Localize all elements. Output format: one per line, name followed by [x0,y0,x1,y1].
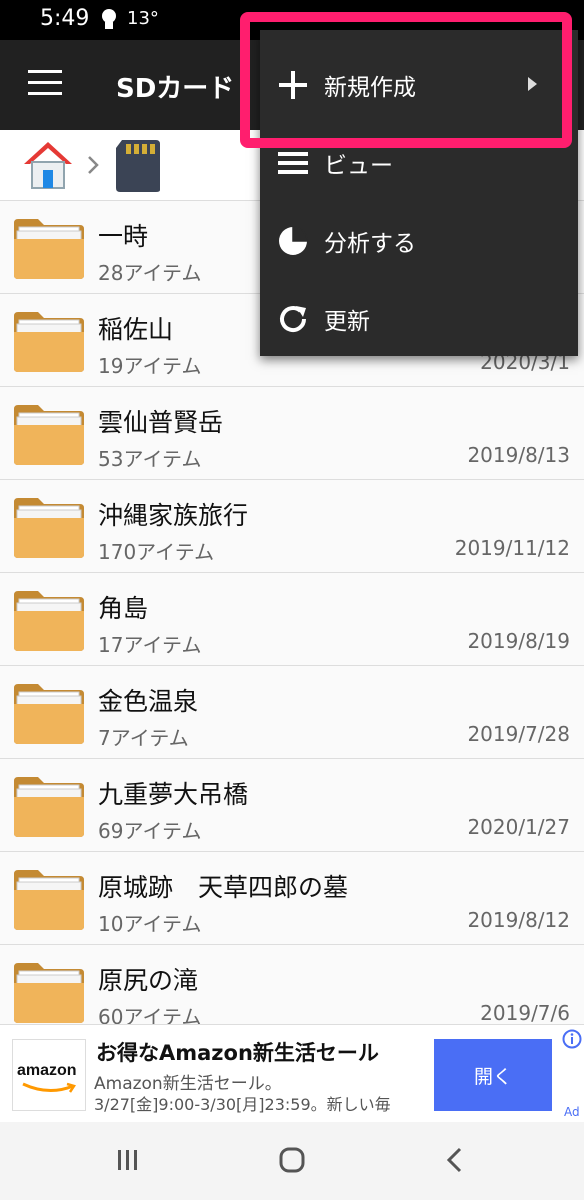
file-name: 角島 [98,594,149,623]
file-date: 2019/11/12 [454,536,570,560]
menu-item-analyze[interactable]: 分析する [260,202,578,280]
file-name: 沖縄家族旅行 [98,501,249,530]
status-temperature: 13° [127,8,159,29]
folder-icon [14,498,84,558]
file-count: 7アイテム [98,726,189,750]
back-icon[interactable] [444,1146,464,1174]
file-date: 2019/7/6 [480,1001,570,1025]
system-nav-bar [0,1122,584,1200]
folder-icon [14,870,84,930]
home-icon[interactable] [22,140,74,190]
chevron-right-icon [88,156,99,174]
file-date: 2019/7/28 [467,722,570,746]
file-name: 稲佐山 [98,315,174,344]
file-count: 170アイテム [98,540,215,564]
amazon-logo: amazon [12,1039,86,1111]
file-name: 雲仙普賢岳 [98,408,224,437]
file-date: 2019/8/12 [467,908,570,932]
pie-chart-icon [279,226,308,255]
smile-arrow-icon [22,1082,76,1093]
file-count: 17アイテム [98,633,202,657]
list-item[interactable]: 九重夢大吊橋 69アイテム 2020/1/27 [0,759,584,852]
menu-item-label: ビュー [324,153,393,179]
folder-icon [14,591,84,651]
file-name: 金色温泉 [98,687,199,716]
list-item[interactable]: 金色温泉 7アイテム 2019/7/28 [0,666,584,759]
folder-icon [14,405,84,465]
highlight-box [240,12,572,148]
ad-label: Ad [564,1105,580,1119]
file-name: 原城跡 天草四郎の墓 [98,873,349,902]
home-button-icon[interactable] [278,1146,306,1174]
menu-item-label: 分析する [324,231,416,257]
ad-title: お得なAmazon新生活セール [96,1041,379,1065]
file-name: 一時 [98,222,149,251]
list-item[interactable]: 雲仙普賢岳 53アイテム 2019/8/13 [0,387,584,480]
folder-icon [14,312,84,372]
list-view-icon [278,152,308,174]
lightbulb-icon [102,9,116,29]
recent-apps-icon[interactable] [116,1148,140,1172]
info-icon[interactable] [562,1029,582,1049]
file-name: 九重夢大吊橋 [98,780,249,809]
file-count: 10アイテム [98,912,202,936]
file-count: 69アイテム [98,819,202,843]
app-title: SDカード [116,74,235,104]
status-time: 5:49 [40,6,90,31]
ad-description-detail: 3/27[金]9:00-3/30[月]23:59。新しい毎 [94,1095,391,1114]
folder-icon [14,963,84,1023]
ad-open-button[interactable]: 開く [434,1039,552,1111]
file-date: 2019/8/13 [467,443,570,467]
menu-item-label: 更新 [324,309,370,335]
list-item[interactable]: 原城跡 天草四郎の墓 10アイテム 2019/8/12 [0,852,584,945]
file-name: 原尻の滝 [98,966,199,995]
sd-card-icon[interactable] [114,138,164,194]
file-count: 28アイテム [98,261,202,285]
refresh-icon [280,306,307,333]
file-date: 2020/1/27 [467,815,570,839]
menu-item-refresh[interactable]: 更新 [260,280,578,358]
folder-icon [14,219,84,279]
list-item[interactable]: 沖縄家族旅行 170アイテム 2019/11/12 [0,480,584,573]
list-item[interactable]: 角島 17アイテム 2019/8/19 [0,573,584,666]
file-count: 19アイテム [98,354,202,378]
file-count: 53アイテム [98,447,202,471]
hamburger-menu-icon[interactable] [28,70,62,98]
ad-logo-text: amazon [17,1062,77,1079]
folder-icon [14,777,84,837]
folder-icon [14,684,84,744]
ad-banner[interactable]: amazon お得なAmazon新生活セール Amazon新生活セール。 3/2… [0,1024,584,1123]
file-date: 2019/8/19 [467,629,570,653]
